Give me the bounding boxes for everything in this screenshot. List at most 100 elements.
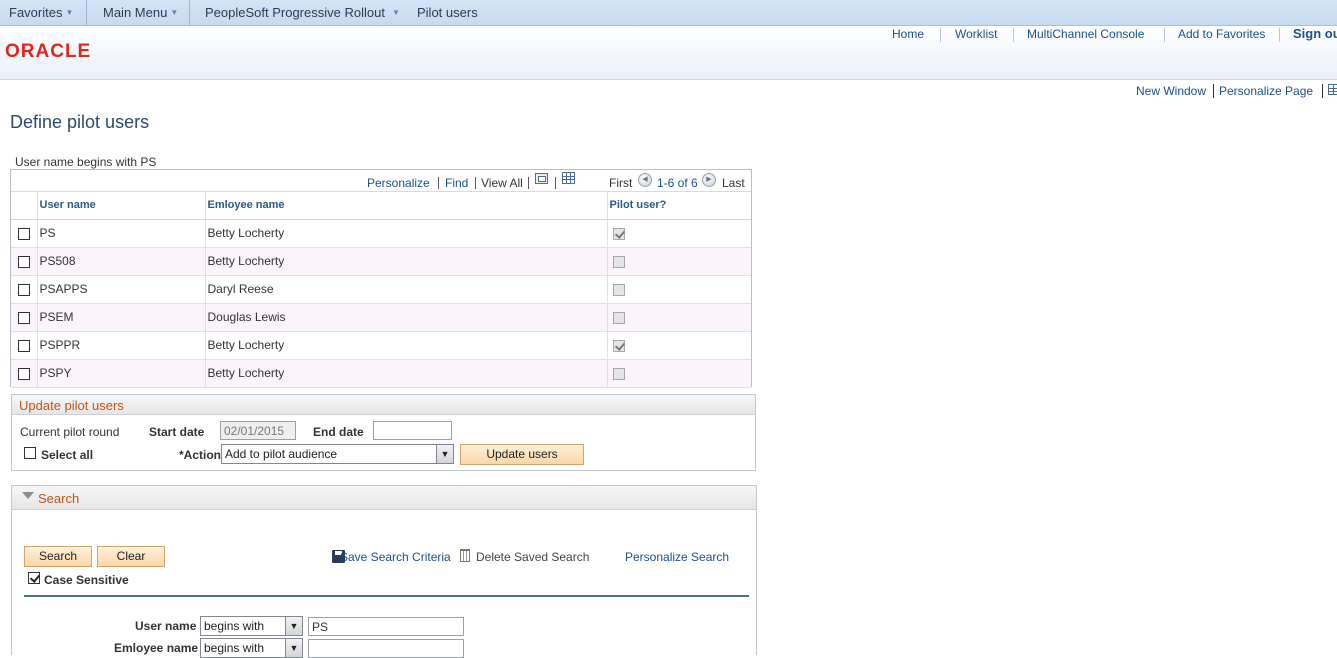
start-date-label: Start date xyxy=(149,425,205,439)
main-menu[interactable]: Main Menu ▼ xyxy=(103,5,178,20)
personalize-search-link[interactable]: Personalize Search xyxy=(625,550,729,564)
action-label: *Action xyxy=(179,448,221,462)
link-divider xyxy=(940,28,941,42)
pilot-user-cell xyxy=(607,275,751,304)
first-label: First xyxy=(609,176,633,190)
multichannel-console-link[interactable]: MultiChannel Console xyxy=(1027,27,1144,41)
dropdown-arrow-icon[interactable]: ▼ xyxy=(285,617,302,635)
page-title: Define pilot users xyxy=(10,112,150,132)
employee-name-column-header[interactable]: Emloyee name xyxy=(205,192,608,220)
search-divider xyxy=(24,595,749,597)
zoom-icon[interactable] xyxy=(535,173,548,184)
row-select-checkbox[interactable] xyxy=(18,367,30,380)
worklist-link[interactable]: Worklist xyxy=(955,27,997,41)
row-select-checkbox[interactable] xyxy=(18,283,30,296)
row-select-cell xyxy=(11,359,38,388)
row-select-checkbox[interactable] xyxy=(18,227,30,240)
dropdown-arrow-icon[interactable]: ▼ xyxy=(285,639,302,657)
pilot-user-checkbox xyxy=(612,283,625,296)
link-divider xyxy=(1013,28,1014,42)
row-select-cell xyxy=(11,331,38,360)
last-label: Last xyxy=(722,176,745,190)
personalize-page-link[interactable]: Personalize Page xyxy=(1219,84,1313,98)
row-select-checkbox[interactable] xyxy=(18,255,30,268)
favorites-label: Favorites xyxy=(9,5,63,20)
pilot-user-checkbox xyxy=(612,339,625,352)
dropdown-arrow-icon[interactable]: ▼ xyxy=(436,445,453,463)
new-window-link[interactable]: New Window xyxy=(1136,84,1206,98)
update-users-button[interactable]: Update users xyxy=(460,444,584,465)
search-heading[interactable]: Search xyxy=(12,486,756,510)
employee-name-search-input[interactable] xyxy=(308,639,464,658)
link-divider xyxy=(1164,28,1165,42)
next-arrow-icon[interactable]: ▶ xyxy=(702,173,716,187)
link-divider xyxy=(1322,84,1323,98)
employee-name-operator-select[interactable]: begins with ▼ xyxy=(200,638,303,658)
employee-name-cell: Betty Locherty xyxy=(205,331,608,360)
user-name-cell: PSPPR xyxy=(37,331,206,360)
action-select[interactable]: Add to pilot audience ▼ xyxy=(221,444,454,464)
current-pilot-round-label: Current pilot round xyxy=(20,425,120,439)
link-divider xyxy=(1279,28,1280,42)
download-grid-icon[interactable] xyxy=(562,172,575,184)
user-name-operator-select[interactable]: begins with ▼ xyxy=(200,616,303,636)
sign-out-link[interactable]: Sign ou xyxy=(1293,26,1337,41)
pilot-user-cell xyxy=(607,359,751,388)
breadcrumb-label: PeopleSoft Progressive Rollout xyxy=(205,5,385,20)
pilot-user-checkbox xyxy=(612,367,625,380)
pilot-user-cell xyxy=(607,303,751,332)
table-row: PSPPR Betty Locherty xyxy=(11,331,751,360)
top-nav-bar: Favorites ▼ Main Menu ▼ PeopleSoft Progres… xyxy=(0,0,1337,26)
row-select-cell xyxy=(11,219,38,248)
end-date-field[interactable] xyxy=(373,421,452,440)
http-grid-icon[interactable] xyxy=(1328,84,1337,95)
search-group: Search Search Clear Save Search Criteria… xyxy=(11,485,757,658)
nav-divider xyxy=(86,0,87,26)
user-name-cell: PS508 xyxy=(37,247,206,276)
select-all-checkbox[interactable] xyxy=(24,447,36,459)
link-divider xyxy=(438,177,439,189)
pilot-user-cell xyxy=(607,219,751,248)
start-date-field[interactable]: 02/01/2015 xyxy=(220,421,296,440)
grid-personalize-link[interactable]: Personalize xyxy=(367,176,430,190)
chevron-down-icon: ▼ xyxy=(170,8,179,17)
grid-find-link[interactable]: Find xyxy=(445,176,468,190)
home-link[interactable]: Home xyxy=(892,27,924,41)
save-search-criteria-link[interactable]: Save Search Criteria xyxy=(340,550,451,564)
trash-icon[interactable] xyxy=(460,549,470,562)
pilot-users-grid: Personalize Find View All First ◀ 1-6 of… xyxy=(10,169,752,388)
view-all-link[interactable]: View All xyxy=(481,176,523,190)
row-select-checkbox[interactable] xyxy=(18,339,30,352)
user-name-cell: PSAPPS xyxy=(37,275,206,304)
employee-name-cell: Betty Locherty xyxy=(205,247,608,276)
case-sensitive-label: Case Sensitive xyxy=(44,573,129,587)
breadcrumb-rollout[interactable]: PeopleSoft Progressive Rollout ▼ xyxy=(205,5,400,20)
favorites-menu[interactable]: Favorites ▼ xyxy=(9,5,73,20)
delete-saved-search-link[interactable]: Delete Saved Search xyxy=(476,550,589,564)
row-select-checkbox[interactable] xyxy=(18,311,30,324)
pilot-user-column-header[interactable]: Pilot user? xyxy=(607,192,751,220)
add-to-favorites-link[interactable]: Add to Favorites xyxy=(1178,27,1265,41)
case-sensitive-checkbox[interactable] xyxy=(28,572,40,584)
previous-arrow-icon[interactable]: ◀ xyxy=(638,173,652,187)
main-menu-label: Main Menu xyxy=(103,5,168,20)
table-row: PS Betty Locherty xyxy=(11,219,751,248)
user-name-column-header[interactable]: User name xyxy=(37,192,206,220)
user-name-operator-value: begins with xyxy=(204,619,265,633)
employee-name-cell: Betty Locherty xyxy=(205,359,608,388)
grid-caption: User name begins with PS xyxy=(15,155,157,169)
nav-divider xyxy=(189,0,190,26)
grid-navigation-bar: Personalize Find View All First ◀ 1-6 of… xyxy=(11,170,751,192)
user-name-search-input[interactable]: PS xyxy=(308,617,464,636)
table-row: PSEM Douglas Lewis xyxy=(11,303,751,332)
collapse-triangle-icon[interactable] xyxy=(22,492,34,499)
clear-button[interactable]: Clear xyxy=(97,546,165,567)
employee-name-cell: Douglas Lewis xyxy=(205,303,608,332)
row-select-cell xyxy=(11,247,38,276)
breadcrumb-pilot-users[interactable]: Pilot users xyxy=(417,5,478,20)
table-row: PSPY Betty Locherty xyxy=(11,359,751,388)
pilot-user-checkbox xyxy=(612,311,625,324)
oracle-logo: ORACLE xyxy=(5,41,92,62)
search-button[interactable]: Search xyxy=(24,546,92,567)
row-range: 1-6 of 6 xyxy=(657,176,698,190)
